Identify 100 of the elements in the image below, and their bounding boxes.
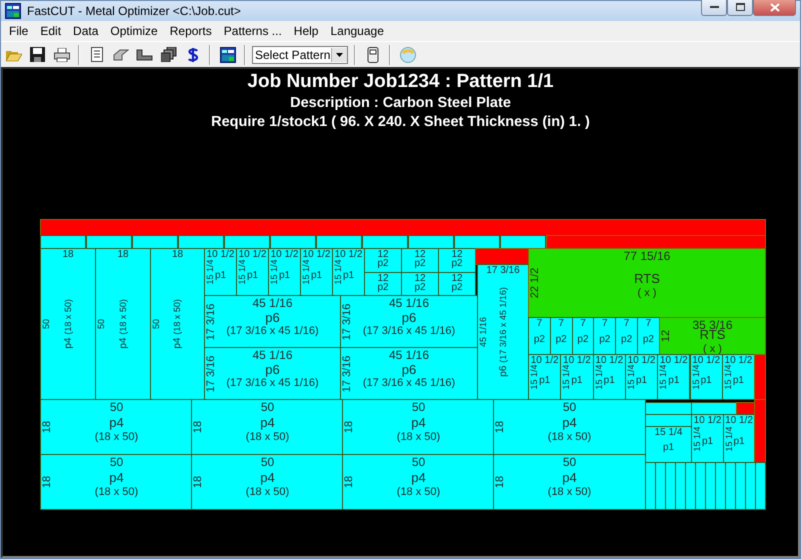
menu-item[interactable]: Language: [324, 24, 390, 38]
menu-item[interactable]: Data: [67, 24, 104, 38]
pattern-select[interactable]: Select Pattern: [252, 46, 348, 64]
piece-name: p1: [214, 270, 226, 280]
piece-name: p6: [402, 362, 416, 378]
width-label: 50: [260, 456, 276, 468]
piece-name: p6: [265, 362, 280, 378]
piece-name: p4: [411, 471, 426, 486]
piece-name: p4: [109, 416, 124, 431]
width-label: 7: [557, 319, 565, 329]
piece-size: (18 x 50): [396, 486, 440, 499]
piece-name: p4: [172, 338, 183, 349]
height-label: 15 1/4: [693, 426, 702, 452]
window-title: FastCUT - Metal Optimizer <C:\Job.cut>: [27, 4, 242, 18]
width-label: 50: [108, 456, 124, 468]
height-label: 17 3/16: [206, 303, 217, 340]
height-label: 15 1/4: [626, 364, 636, 390]
width-label: 12: [376, 274, 390, 284]
piece-name: p2: [451, 258, 463, 269]
height-label: 17 3/16: [342, 355, 353, 392]
app-icon: [5, 3, 21, 19]
height-label: 15 1/4: [562, 364, 572, 390]
pattern-description: Description : Carbon Steel Plate: [290, 94, 511, 113]
menu-item[interactable]: File: [3, 24, 34, 38]
width-label: 50: [562, 456, 578, 468]
height-label: 18: [495, 420, 506, 434]
height-label: 15 1/4: [724, 364, 733, 390]
menu-item[interactable]: Optimize: [104, 24, 164, 38]
save-icon[interactable]: [27, 44, 48, 65]
width-label: 10 1/2: [691, 356, 722, 366]
piece-name: p1: [732, 374, 744, 386]
height-label: 15 1/4: [594, 364, 604, 390]
piece-name: p2: [414, 258, 426, 269]
piece-name: p4: [62, 338, 74, 349]
piece-name: p4: [562, 416, 577, 431]
piece-name: p1: [702, 436, 714, 447]
piece-name: p1: [668, 374, 680, 386]
job-title: Job Number Job1234 : Pattern 1/1: [247, 70, 554, 94]
piece-name: p1: [310, 270, 322, 280]
height-label: 15 1/4: [270, 259, 279, 285]
height-label: 17 3/16: [342, 303, 353, 340]
height-label: 50: [97, 319, 106, 329]
height-label: 15 1/4: [659, 364, 668, 390]
piece-name: p2: [451, 282, 463, 292]
height-label: 18: [344, 476, 355, 488]
width-label: 15 1/4: [654, 428, 684, 438]
piece-name: RTS: [700, 328, 726, 343]
width-label: 10 1/2: [594, 356, 624, 366]
piece-name: p2: [642, 334, 654, 344]
menu-item[interactable]: Patterns ...: [218, 24, 288, 38]
piece-name: p1: [278, 270, 290, 280]
width-label: 10 1/2: [302, 250, 332, 260]
width-label: 12: [376, 250, 390, 260]
maximize-button[interactable]: [727, 0, 753, 16]
piece-size: (18 x 50): [94, 486, 138, 499]
piece-size: ( x ): [638, 286, 656, 300]
menu-item[interactable]: Help: [288, 24, 324, 38]
piece-size: (17 3/16 x 45 1/16): [226, 325, 319, 338]
piece-size: (18 x 50): [94, 430, 138, 444]
height-label: 50: [42, 319, 51, 329]
stacked-plates-icon[interactable]: [158, 44, 179, 65]
piece-size: (18 x 50): [246, 430, 290, 444]
width-label: 10 1/2: [724, 356, 754, 366]
piece-name: p4: [260, 471, 275, 486]
height-label: 15 1/4: [530, 364, 539, 390]
width-label: 77 15/16: [622, 250, 672, 262]
piece-name: p6: [265, 310, 280, 326]
piece-name: p6: [402, 310, 416, 326]
width-label: 12: [413, 274, 427, 284]
minimize-button[interactable]: [701, 0, 727, 16]
piece-name: p2: [621, 334, 632, 344]
piece-size: (18 x 50): [62, 299, 74, 335]
width-label: 50: [260, 401, 276, 413]
width-label: 35 3/16: [691, 319, 734, 331]
height-label: 18: [42, 476, 53, 488]
piece-name: p2: [414, 282, 426, 292]
menu-item[interactable]: Reports: [164, 24, 218, 38]
piece-name: p1: [662, 442, 674, 453]
width-label: 10 1/2: [334, 250, 364, 260]
piece-size: (18 x 50): [172, 299, 183, 335]
stock-requirement: Require 1/stock1 ( 96. X 240. X Sheet Thickness (in) 1. ): [211, 113, 590, 132]
width-label: 10 1/2: [270, 250, 300, 260]
piece-name: p1: [571, 374, 582, 386]
width-label: 50: [410, 456, 426, 468]
piece-name: p2: [377, 282, 389, 292]
piece-size: (18 x 50): [246, 486, 290, 499]
piece-size: (18 x 50): [118, 299, 128, 335]
piece-name: p1: [246, 270, 258, 280]
piece-name: p2: [377, 258, 389, 269]
width-label: 10 1/2: [626, 356, 656, 366]
app-window-icon[interactable]: [217, 44, 238, 65]
width-label: 50: [410, 401, 426, 413]
piece-size: (18 x 50): [396, 430, 440, 444]
width-label: 12: [450, 250, 464, 260]
close-button[interactable]: [753, 0, 796, 16]
piece-size: (17 3/16 x 45 1/16): [362, 325, 456, 338]
menu-item[interactable]: Edit: [34, 24, 68, 38]
height-label: 18: [42, 420, 53, 434]
piece-name: RTS: [634, 272, 660, 287]
width-label: 18: [170, 250, 184, 260]
